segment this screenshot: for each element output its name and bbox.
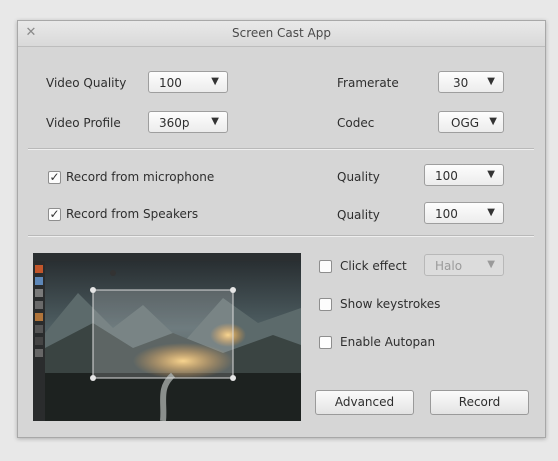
screen-preview[interactable] bbox=[33, 253, 301, 421]
record-microphone-checkbox[interactable]: ✓ bbox=[48, 171, 61, 184]
speakers-quality-label: Quality bbox=[337, 208, 380, 222]
video-quality-dropdown[interactable]: 100 ▼ bbox=[148, 71, 228, 93]
chevron-down-icon: ▼ bbox=[487, 169, 495, 180]
record-speakers-label: Record from Speakers bbox=[66, 207, 199, 221]
speakers-quality-dropdown[interactable]: 100 ▼ bbox=[424, 202, 504, 224]
framerate-dropdown[interactable]: 30 ▼ bbox=[438, 71, 504, 93]
video-profile-value: 360p bbox=[159, 116, 190, 130]
desktop-thumbnail bbox=[33, 253, 301, 421]
video-quality-value: 100 bbox=[159, 76, 182, 90]
codec-value: OGG bbox=[451, 116, 480, 130]
mic-quality-dropdown[interactable]: 100 ▼ bbox=[424, 164, 504, 186]
mic-quality-value: 100 bbox=[435, 169, 458, 183]
separator bbox=[28, 148, 534, 150]
codec-label: Codec bbox=[337, 116, 375, 130]
mic-quality-label: Quality bbox=[337, 170, 380, 184]
chevron-down-icon: ▼ bbox=[487, 207, 495, 218]
click-effect-label: Click effect bbox=[340, 259, 407, 273]
show-keystrokes-checkbox[interactable] bbox=[319, 298, 332, 311]
show-keystrokes-label: Show keystrokes bbox=[340, 297, 441, 311]
video-profile-dropdown[interactable]: 360p ▼ bbox=[148, 111, 228, 133]
video-quality-label: Video Quality bbox=[46, 76, 127, 90]
title-bar: ✕ Screen Cast App bbox=[18, 21, 545, 47]
checkmark-icon: ✓ bbox=[49, 207, 60, 221]
chevron-down-icon: ▼ bbox=[487, 76, 495, 87]
chevron-down-icon: ▼ bbox=[211, 116, 219, 127]
record-microphone-label: Record from microphone bbox=[66, 170, 215, 184]
screen-cast-window: ✕ Screen Cast App Video Quality 100 ▼ Fr… bbox=[17, 20, 546, 438]
separator bbox=[28, 235, 534, 237]
enable-autopan-label: Enable Autopan bbox=[340, 335, 436, 349]
record-button[interactable]: Record bbox=[430, 390, 529, 415]
chevron-down-icon: ▼ bbox=[487, 259, 495, 270]
window-title: Screen Cast App bbox=[231, 26, 332, 40]
codec-dropdown[interactable]: OGG ▼ bbox=[438, 111, 504, 133]
framerate-value: 30 bbox=[453, 76, 469, 90]
enable-autopan-checkbox[interactable] bbox=[319, 336, 332, 349]
record-speakers-checkbox[interactable]: ✓ bbox=[48, 208, 61, 221]
chevron-down-icon: ▼ bbox=[489, 116, 497, 127]
click-effect-checkbox[interactable] bbox=[319, 260, 332, 273]
click-effect-value: Halo bbox=[435, 259, 463, 273]
framerate-label: Framerate bbox=[337, 76, 399, 90]
advanced-button[interactable]: Advanced bbox=[315, 390, 414, 415]
video-profile-label: Video Profile bbox=[46, 116, 121, 130]
click-effect-dropdown[interactable]: Halo ▼ bbox=[424, 254, 504, 276]
checkmark-icon: ✓ bbox=[49, 170, 60, 184]
chevron-down-icon: ▼ bbox=[211, 76, 219, 87]
speakers-quality-value: 100 bbox=[435, 207, 458, 221]
